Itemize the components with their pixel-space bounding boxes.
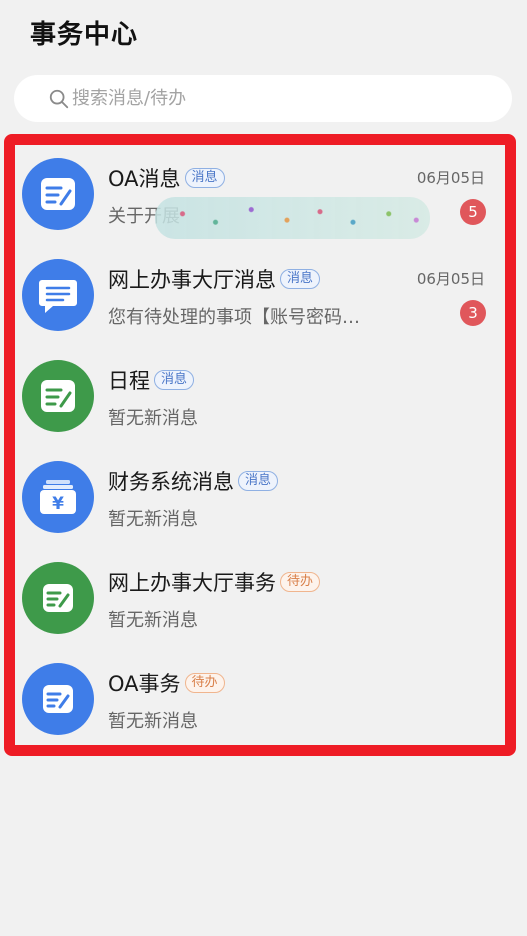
- item-subtitle: 暂无新消息: [108, 408, 198, 429]
- item-subtitle: 暂无新消息: [108, 711, 198, 732]
- document-pen-icon: [41, 380, 75, 412]
- list-item-finance-message[interactable]: ¥ 财务系统消息 消息 暂无新消息: [15, 448, 503, 549]
- item-subtitle: 暂无新消息: [108, 509, 198, 530]
- avatar: [22, 259, 94, 331]
- list-item-schedule[interactable]: 日程 消息 暂无新消息: [15, 347, 503, 448]
- item-tag: 消息: [184, 168, 225, 188]
- search-input[interactable]: [72, 88, 472, 109]
- list-item-online-hall-message[interactable]: 网上办事大厅消息 消息 06月05日 您有待处理的事项【账号密码… 3: [15, 246, 503, 347]
- list-item-online-hall-affairs[interactable]: 网上办事大厅事务 待办 暂无新消息: [15, 549, 503, 650]
- item-subtitle: 您有待处理的事项【账号密码…: [108, 307, 360, 328]
- svg-text:¥: ¥: [52, 494, 64, 514]
- item-title-text: OA消息: [108, 167, 181, 191]
- search-icon: [49, 89, 69, 108]
- avatar: [22, 663, 94, 735]
- wallet-yen-icon: ¥: [40, 480, 76, 514]
- document-pen-icon: [43, 685, 73, 713]
- avatar: [22, 562, 94, 634]
- item-date: 06月05日: [416, 169, 485, 187]
- item-tag: 消息: [154, 370, 195, 390]
- item-title-text: 网上办事大厅事务: [108, 571, 276, 595]
- item-tag: 消息: [280, 269, 321, 289]
- item-title: 网上办事大厅事务 待办: [108, 567, 321, 597]
- page-title: 事务中心: [30, 20, 139, 50]
- item-title: OA事务 待办: [108, 668, 225, 698]
- avatar: [22, 158, 94, 230]
- unread-badge: 3: [460, 300, 486, 326]
- list-item-oa-affairs[interactable]: OA事务 待办 暂无新消息: [15, 650, 503, 751]
- item-title: 网上办事大厅消息 消息: [108, 264, 321, 294]
- list-item-oa-message[interactable]: OA消息 消息 06月05日 关于开展 5: [15, 145, 503, 246]
- item-tag: 消息: [238, 471, 279, 491]
- item-title: OA消息 消息: [108, 163, 225, 193]
- document-pen-icon: [43, 584, 73, 612]
- item-title-text: OA事务: [108, 672, 181, 696]
- item-date: 06月05日: [416, 270, 485, 288]
- chat-bubble-icon: [39, 280, 77, 313]
- item-title: 财务系统消息 消息: [108, 466, 279, 496]
- avatar: [22, 360, 94, 432]
- item-subtitle: 暂无新消息: [108, 610, 198, 631]
- document-pen-icon: [41, 178, 75, 210]
- avatar: ¥: [22, 461, 94, 533]
- item-title-text: 网上办事大厅消息: [108, 268, 276, 292]
- item-title-text: 日程: [108, 369, 150, 393]
- item-title-text: 财务系统消息: [108, 470, 234, 494]
- item-title: 日程 消息: [108, 365, 195, 395]
- search-bar[interactable]: [14, 75, 512, 122]
- redaction-overlay: [155, 197, 430, 239]
- item-tag: 待办: [280, 572, 321, 592]
- unread-badge: 5: [460, 199, 486, 225]
- page: 事务中心 OA消息 消息 06月05日 关: [0, 0, 527, 936]
- message-list: OA消息 消息 06月05日 关于开展 5 网上办事大厅消息 消息 06月05日…: [15, 145, 503, 751]
- item-tag: 待办: [184, 673, 225, 693]
